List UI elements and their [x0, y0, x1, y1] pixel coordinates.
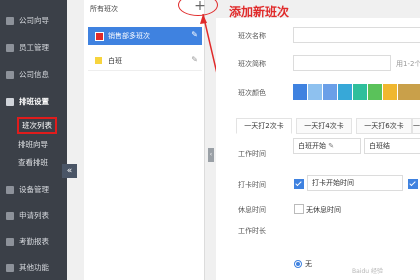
color-swatch[interactable]: [308, 84, 322, 100]
color-swatch[interactable]: [398, 84, 420, 100]
shift-short-name-label: 班次简称: [238, 60, 266, 68]
edit-pencil-icon[interactable]: ✎: [191, 55, 198, 64]
work-end-value: 白班结: [369, 142, 390, 150]
sidebar-item-requests[interactable]: 申请列表: [0, 206, 67, 226]
sidebar-item-attendance-report[interactable]: 考勤报表: [0, 232, 67, 252]
color-swatch[interactable]: [383, 84, 397, 100]
user-icon: [6, 44, 14, 52]
report-icon: [6, 238, 14, 246]
rest-time-label: 休息时间: [238, 206, 266, 214]
sidebar-subitem-label: 班次列表: [17, 117, 57, 134]
work-end-input[interactable]: 白班结: [364, 138, 420, 154]
shift-name: 白班: [108, 57, 122, 65]
radio-none[interactable]: [294, 260, 302, 268]
punch-start-checkbox[interactable]: [294, 179, 304, 189]
device-icon: [6, 186, 14, 194]
shift-item-selected[interactable]: 销售部多班次 ✎: [88, 27, 202, 45]
sidebar-item-employees[interactable]: 员工管理: [0, 38, 67, 58]
shift-name-input[interactable]: [293, 27, 420, 43]
panel-title: 所有班次: [90, 5, 118, 13]
sidebar-item-label: 设备管理: [19, 185, 49, 194]
short-name-hint: 用1-2个: [396, 60, 420, 68]
punch-time-label: 打卡时间: [238, 181, 266, 189]
sidebar-item-label: 申请列表: [19, 211, 49, 220]
list-icon: [6, 212, 14, 220]
sidebar-item-company-guide[interactable]: 公司向导: [0, 11, 67, 31]
color-swatch[interactable]: [353, 84, 367, 100]
work-length-label: 工作时长: [238, 227, 266, 235]
sidebar-item-label: 公司信息: [19, 70, 49, 79]
sidebar: 公司向导 员工管理 公司信息 排班设置 班次列表 排班向导 查看排班 设备管理 …: [0, 0, 67, 280]
home-icon: [6, 17, 14, 25]
sidebar-item-label: 排班设置: [19, 97, 49, 106]
sidebar-subitem-label: 排班向导: [18, 140, 48, 149]
calendar-icon: [6, 98, 14, 106]
shift-name: 销售部多班次: [108, 32, 150, 40]
no-rest-checkbox[interactable]: [294, 204, 304, 214]
sidebar-item-label: 考勤报表: [19, 237, 49, 246]
tab-punch-more[interactable]: 一天打: [412, 118, 420, 134]
no-rest-label: 无休息时间: [306, 206, 341, 214]
edit-pencil-icon: ✎: [328, 142, 335, 150]
work-start-input[interactable]: 白班开始 ✎: [293, 138, 361, 154]
sidebar-item-label: 员工管理: [19, 43, 49, 52]
sidebar-collapse-button[interactable]: «: [62, 164, 77, 178]
sidebar-subitem-view-schedule[interactable]: 查看排班: [0, 154, 67, 172]
sidebar-item-devices[interactable]: 设备管理: [0, 180, 67, 200]
shift-color-swatch: [95, 57, 102, 64]
tab-punch-2[interactable]: 一天打2次卡: [236, 118, 292, 134]
edit-pencil-icon[interactable]: ✎: [191, 30, 198, 39]
sidebar-item-schedule-settings[interactable]: 排班设置: [0, 92, 67, 112]
color-swatch[interactable]: [338, 84, 352, 100]
color-swatch[interactable]: [323, 84, 337, 100]
tab-punch-6[interactable]: 一天打6次卡: [356, 118, 412, 134]
work-start-value: 白班开始: [298, 142, 326, 150]
sidebar-item-label: 公司向导: [19, 16, 49, 25]
shift-name-label: 班次名称: [238, 32, 266, 40]
more-icon: [6, 264, 14, 272]
radio-none-label: 无: [305, 260, 312, 268]
sidebar-subitem-label: 查看排班: [18, 158, 48, 167]
sidebar-item-company-info[interactable]: 公司信息: [0, 65, 67, 85]
punch-end-checkbox[interactable]: [408, 179, 418, 189]
building-icon: [6, 71, 14, 79]
watermark: Baidu 经验: [352, 268, 383, 275]
punch-start-input[interactable]: 打卡开始时间: [307, 175, 403, 191]
sidebar-subitem-shift-list[interactable]: 班次列表: [0, 115, 67, 134]
shift-color-label: 班次颜色: [238, 89, 266, 97]
sidebar-subitem-schedule-guide[interactable]: 排班向导: [0, 136, 67, 154]
shift-color-swatch: [95, 32, 104, 41]
color-swatch[interactable]: [293, 84, 307, 100]
sidebar-item-other[interactable]: 其他功能: [0, 258, 67, 278]
color-swatch[interactable]: [368, 84, 382, 100]
shift-item[interactable]: 白班 ✎: [88, 52, 202, 71]
panel-resize-handle[interactable]: ‹: [208, 148, 214, 162]
work-time-label: 工作时间: [238, 150, 266, 158]
tab-punch-4[interactable]: 一天打4次卡: [296, 118, 352, 134]
sidebar-item-label: 其他功能: [19, 263, 49, 272]
punch-start-value: 打卡开始时间: [312, 179, 354, 187]
shift-short-name-input[interactable]: [293, 55, 391, 71]
